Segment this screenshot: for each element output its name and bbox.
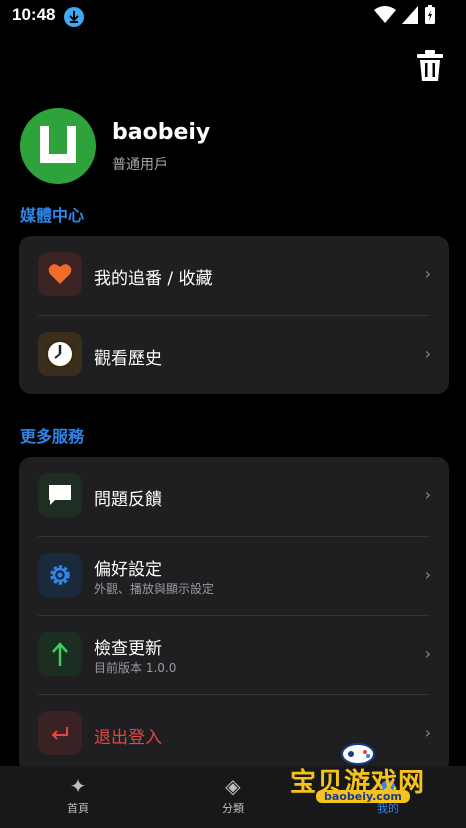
tab-home[interactable]: ✦ 首頁 xyxy=(18,774,138,816)
arrow-up-icon xyxy=(38,632,82,676)
diamond-icon: ◈ xyxy=(225,774,241,798)
signal-icon xyxy=(402,6,418,28)
menu-item-label: 退出登入 xyxy=(94,728,162,748)
profile-name: baobeiy xyxy=(112,120,211,145)
tab-label: 分類 xyxy=(222,802,244,815)
menu-item-favorites[interactable]: 我的追番 / 收藏 › xyxy=(19,236,449,314)
trash-icon[interactable] xyxy=(416,50,444,82)
chevron-right-icon: › xyxy=(424,644,431,663)
chevron-right-icon: › xyxy=(424,264,431,283)
menu-item-label: 觀看歷史 xyxy=(94,349,162,369)
menu-item-check-update[interactable]: 檢查更新 目前版本 1.0.0 › xyxy=(19,616,449,694)
menu-item-sub: 外觀、播放與顯示設定 xyxy=(94,582,215,596)
battery-icon xyxy=(424,5,436,29)
menu-item-preferences[interactable]: 偏好設定 外觀、播放與顯示設定 › xyxy=(19,537,449,615)
section-title-more: 更多服務 xyxy=(20,427,85,446)
chevron-right-icon: › xyxy=(424,344,431,363)
section-title-media: 媒體中心 xyxy=(20,206,85,225)
menu-item-history[interactable]: 觀看歷史 › xyxy=(19,316,449,394)
status-bar: 10:48 xyxy=(0,0,466,34)
tab-label: 首頁 xyxy=(67,802,89,815)
profile-role: 普通用戶 xyxy=(112,157,168,173)
menu-item-feedback[interactable]: 問題反饋 › xyxy=(19,457,449,535)
menu-item-sub: 目前版本 1.0.0 xyxy=(94,661,177,675)
logout-icon xyxy=(38,711,82,755)
clock-icon xyxy=(38,332,82,376)
chat-icon xyxy=(38,473,82,517)
chevron-right-icon: › xyxy=(424,565,431,584)
chevron-right-icon: › xyxy=(424,485,431,504)
media-card: 我的追番 / 收藏 › 觀看歷史 › xyxy=(19,236,449,394)
status-time: 10:48 xyxy=(12,5,56,24)
watermark-logo: 宝贝游戏网 baobeiy.com xyxy=(290,738,440,810)
status-icons xyxy=(374,5,436,29)
download-icon xyxy=(64,7,84,27)
menu-item-label: 我的追番 / 收藏 xyxy=(94,269,213,289)
menu-item-label: 偏好設定 xyxy=(94,560,162,580)
menu-item-label: 問題反饋 xyxy=(94,490,162,510)
menu-item-label: 檢查更新 xyxy=(94,639,162,659)
more-card: 問題反饋 › 偏好設定 外觀、播放與顯示設定 › 檢查更新 目前版本 1.0.0… xyxy=(19,457,449,773)
wifi-icon xyxy=(374,6,396,28)
gear-icon xyxy=(38,553,82,597)
sparkle-icon: ✦ xyxy=(69,774,87,798)
heart-icon xyxy=(38,252,82,296)
tab-category[interactable]: ◈ 分類 xyxy=(173,774,293,816)
avatar[interactable] xyxy=(20,108,96,184)
profile-header[interactable]: baobeiy 普通用戶 xyxy=(20,108,450,188)
watermark-url: baobeiy.com xyxy=(316,790,410,803)
